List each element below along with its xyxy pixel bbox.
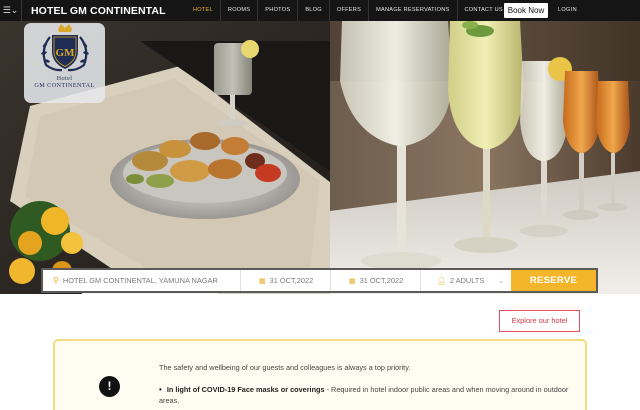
hero-banner: GM Hotel GM CONTINENTAL: [0, 21, 640, 294]
chevron-down-icon: ⌄: [498, 277, 505, 285]
explore-hotel-button[interactable]: Explore our hotel: [499, 310, 580, 332]
check-out-value: 31 OCT,2022: [359, 276, 404, 285]
logo-text-name: GM CONTINENTAL: [34, 82, 95, 89]
hamburger-icon: ☰⌄: [2, 5, 19, 15]
covid-notice: ! The safety and wellbeing of our guests…: [53, 339, 587, 410]
menu-toggle-button[interactable]: ☰⌄: [0, 0, 22, 21]
logo-monogram: GM: [55, 47, 75, 59]
calendar-icon: ▦: [349, 277, 356, 285]
guests-value: 2 ADULTS: [449, 276, 485, 285]
check-in-value: 31 OCT,2022: [269, 276, 314, 285]
map-pin-icon: ⚲: [53, 276, 59, 285]
nav-link-photos[interactable]: PHOTOS: [257, 0, 297, 21]
nav-link-manage-reservations[interactable]: MANAGE RESERVATIONS: [368, 0, 456, 21]
notice-list-item: • In light of COVID-19 Face masks or cove…: [159, 384, 569, 406]
brand-name[interactable]: HOTEL GM CONTINENTAL: [31, 5, 166, 17]
calendar-icon: ▦: [259, 277, 266, 285]
bullet-icon: •: [159, 385, 162, 394]
top-navbar: ☰⌄ HOTEL GM CONTINENTAL HOTEL ROOMS PHOT…: [0, 0, 640, 21]
booking-bar: ⚲ HOTEL GM CONTINENTAL, YAMUNA NAGAR ▦ 3…: [41, 268, 598, 293]
login-link[interactable]: LOGIN: [558, 0, 577, 21]
nav-link-offers[interactable]: OFFERS: [328, 0, 368, 21]
check-in-date-field[interactable]: ▦ 31 OCT,2022: [241, 270, 331, 291]
nav-link-blog[interactable]: BLOG: [297, 0, 329, 21]
hotel-select[interactable]: ⚲ HOTEL GM CONTINENTAL, YAMUNA NAGAR: [43, 270, 241, 291]
book-now-button[interactable]: Book Now: [504, 3, 548, 18]
crest-icon: GM: [40, 24, 89, 72]
check-out-date-field[interactable]: ▦ 31 OCT,2022: [331, 270, 421, 291]
reserve-button[interactable]: RESERVE: [511, 270, 596, 291]
notice-item-bold: In light of COVID-19 Face masks or cover…: [166, 385, 325, 394]
hotel-logo[interactable]: GM Hotel GM CONTINENTAL: [24, 23, 105, 103]
logo-text-hotel: Hotel: [56, 75, 73, 82]
nav-link-rooms[interactable]: ROOMS: [219, 0, 257, 21]
hotel-select-value: HOTEL GM CONTINENTAL, YAMUNA NAGAR: [62, 276, 218, 285]
user-icon: 👤︎: [437, 277, 446, 285]
nav-link-contact-us[interactable]: CONTACT US: [456, 0, 510, 21]
nav-link-hotel[interactable]: HOTEL: [186, 0, 220, 21]
nav-links: HOTEL ROOMS PHOTOS BLOG OFFERS MANAGE RE…: [186, 0, 510, 21]
notice-intro-text: The safety and wellbeing of our guests a…: [159, 363, 411, 372]
guests-select[interactable]: 👤︎ 2 ADULTS ⌄: [421, 270, 511, 291]
alert-icon: !: [99, 376, 120, 397]
